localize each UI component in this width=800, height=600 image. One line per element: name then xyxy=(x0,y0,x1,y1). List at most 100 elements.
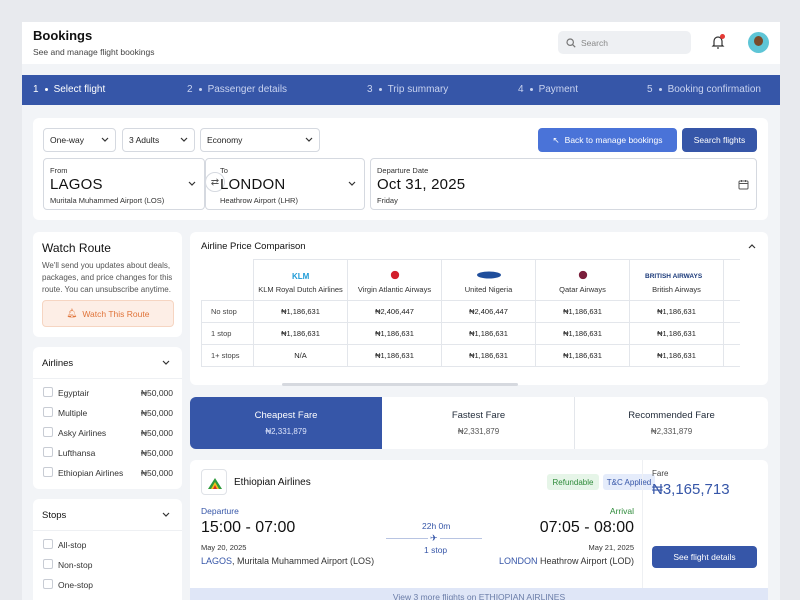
airline-name: Virgin Atlantic Airways xyxy=(357,285,432,294)
checkbox[interactable] xyxy=(43,579,53,589)
page-subtitle: See and manage flight bookings xyxy=(33,47,155,57)
arrow-up-left-icon: ↖ xyxy=(552,134,560,145)
search-flights-button[interactable]: Search flights xyxy=(682,128,757,152)
fare-tab-value: ₦2,331,879 xyxy=(457,427,500,436)
arrival-city: LONDON xyxy=(498,556,538,566)
price-cell[interactable]: N/A xyxy=(253,344,348,367)
checkbox[interactable] xyxy=(43,387,53,397)
departure-location: LAGOS, Muritala Muhammed Airport (LOS) xyxy=(201,556,374,566)
from-field[interactable]: From LAGOS Muritala Muhammed Airport (LO… xyxy=(43,158,205,210)
checkbox[interactable] xyxy=(43,407,53,417)
see-flight-details-button[interactable]: See flight details xyxy=(652,546,757,568)
checkbox[interactable] xyxy=(43,447,53,457)
horizontal-scrollbar[interactable] xyxy=(282,383,518,386)
back-to-manage-bookings-button[interactable]: ↖ Back to manage bookings xyxy=(538,128,677,152)
airline-filter-item[interactable]: Ethiopian Airlines ₦50,000 xyxy=(43,467,173,479)
table-row: 1 stop ₦1,186,631 ₦1,186,631 ₦1,186,631 … xyxy=(201,322,740,345)
price-cell[interactable]: ₦1,186,631 xyxy=(629,344,724,367)
arrival-location: LONDON Heathrow Airport (LOD) xyxy=(499,556,634,566)
price-cell[interactable]: ₦1,186,631 xyxy=(535,344,630,367)
airline-name: KLM Royal Dutch Airlines xyxy=(258,285,343,294)
table-header-row: KLM KLM Royal Dutch Airlines Virgin Atlan… xyxy=(201,259,740,301)
trip-type-select[interactable]: One-way xyxy=(43,128,116,152)
bell-icon: 🔔︎ xyxy=(66,308,78,318)
airlines-filter-panel: Airlines Egyptair ₦50,000 Multiple ₦50,000… xyxy=(33,347,182,489)
price-cell[interactable]: ₦1,186,631 xyxy=(441,344,536,367)
step-passenger-details[interactable]: 2 Passenger details xyxy=(187,84,287,95)
watch-this-route-button[interactable]: 🔔︎ Watch This Route xyxy=(42,300,174,327)
more-flights-link[interactable]: View 3 more flights on ETHIOPIAN AIRLINE… xyxy=(190,588,768,600)
airline-price: ₦50,000 xyxy=(140,408,173,418)
from-label: From xyxy=(50,166,68,175)
airline-price: ₦50,000 xyxy=(140,428,173,438)
avatar[interactable] xyxy=(748,32,769,53)
stops-count: 1 stop xyxy=(424,545,448,555)
search-input[interactable]: Search xyxy=(558,31,691,54)
price-cell[interactable]: ₦1,186,631 xyxy=(347,322,442,345)
bell-icon[interactable] xyxy=(710,34,726,50)
chevron-down-icon[interactable] xyxy=(162,360,170,366)
passengers-select[interactable]: 3 Adults xyxy=(122,128,195,152)
price-cell[interactable]: ₦1,186,631 xyxy=(441,322,536,345)
tab-cheapest-fare[interactable]: Cheapest Fare ₦2,331,879 xyxy=(190,397,382,449)
airline-column-united-nigeria[interactable]: United Nigeria xyxy=(441,259,536,301)
cabin-value: Economy xyxy=(207,135,243,145)
departure-label: Departure xyxy=(201,506,239,516)
price-cell[interactable]: ₦2,406,447 xyxy=(347,300,442,323)
airline-column-klm[interactable]: KLM KLM Royal Dutch Airlines xyxy=(253,259,348,301)
step-number: 1 xyxy=(33,84,39,95)
stop-filter-item[interactable]: All-stop xyxy=(43,539,173,551)
airline-filter-item[interactable]: Egyptair ₦50,000 xyxy=(43,387,173,399)
airlines-filter-title: Airlines xyxy=(42,358,74,369)
search-placeholder: Search xyxy=(581,37,608,48)
step-label: Select flight xyxy=(53,84,106,95)
airline-column-virgin[interactable]: Virgin Atlantic Airways xyxy=(347,259,442,301)
arrival-date: May 21, 2025 xyxy=(588,543,634,552)
checkbox[interactable] xyxy=(43,539,53,549)
chevron-down-icon xyxy=(305,137,313,142)
stop-filter-item[interactable]: One-stop xyxy=(43,579,173,591)
price-cell[interactable]: ₦1,186,631 xyxy=(253,322,348,345)
checkbox[interactable] xyxy=(43,427,53,437)
departure-date-label: Departure Date xyxy=(377,166,429,175)
price-cell[interactable]: ₦2,406,447 xyxy=(441,300,536,323)
price-cell[interactable]: ₦1,186,631 xyxy=(535,322,630,345)
trip-type-value: One-way xyxy=(50,135,85,145)
price-cell[interactable]: ₦1,186,631 xyxy=(347,344,442,367)
airline-column-british[interactable]: BRITISH AIRWAYS British Airways xyxy=(629,259,724,301)
british-airways-logo-icon: BRITISH AIRWAYS xyxy=(645,273,703,280)
departure-date-field[interactable]: Departure Date Oct 31, 2025 Friday xyxy=(370,158,757,210)
fare-tab-value: ₦2,331,879 xyxy=(650,427,693,436)
chevron-down-icon xyxy=(101,137,109,142)
step-select-flight[interactable]: 1 Select flight xyxy=(33,84,105,95)
checkbox[interactable] xyxy=(43,559,53,569)
step-label: Booking confirmation xyxy=(667,84,761,95)
refundable-badge: Refundable xyxy=(547,474,599,490)
price-cell[interactable]: ₦1,186,631 xyxy=(535,300,630,323)
chevron-down-icon[interactable] xyxy=(162,512,170,518)
to-city: LONDON xyxy=(220,176,286,193)
checkbox[interactable] xyxy=(43,467,53,477)
calendar-icon[interactable] xyxy=(738,179,749,190)
to-label: To xyxy=(220,166,228,175)
to-field[interactable]: To LONDON Heathrow Airport (LHR) xyxy=(205,158,365,210)
stop-filter-item[interactable]: Non-stop xyxy=(43,559,173,571)
divider xyxy=(642,460,643,600)
price-cell[interactable]: ₦1,186,631 xyxy=(629,322,724,345)
airline-filter-item[interactable]: Lufthansa ₦50,000 xyxy=(43,447,173,459)
airline-column-qatar[interactable]: Qatar Airways xyxy=(535,259,630,301)
price-cell[interactable]: ₦1,186,631 xyxy=(253,300,348,323)
step-trip-summary[interactable]: 3 Trip summary xyxy=(367,84,448,95)
tab-recommended-fare[interactable]: Recommended Fare ₦2,331,879 xyxy=(575,397,768,449)
tab-fastest-fare[interactable]: Fastest Fare ₦2,331,879 xyxy=(382,397,575,449)
airline-filter-item[interactable]: Asky Airlines ₦50,000 xyxy=(43,427,173,439)
step-payment[interactable]: 4 Payment xyxy=(518,84,578,95)
step-booking-confirmation[interactable]: 5 Booking confirmation xyxy=(647,84,761,95)
fare-value: ₦3,165,713 xyxy=(652,481,730,498)
airline-filter-item[interactable]: Multiple ₦50,000 xyxy=(43,407,173,419)
chevron-up-icon[interactable] xyxy=(748,243,756,249)
price-cell[interactable]: ₦1,186,631 xyxy=(629,300,724,323)
cabin-class-select[interactable]: Economy xyxy=(200,128,320,152)
watch-button-label: Watch This Route xyxy=(82,308,150,319)
watch-route-title: Watch Route xyxy=(42,241,111,255)
